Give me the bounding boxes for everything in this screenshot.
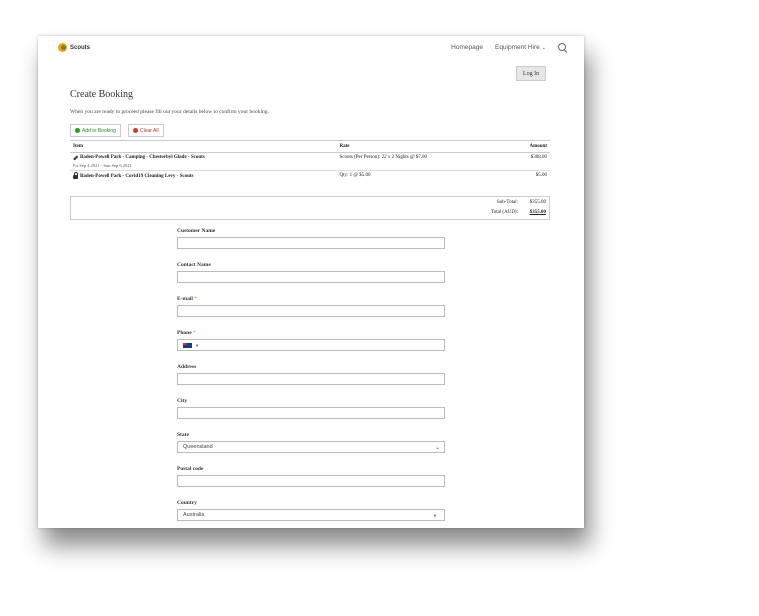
city-field-group: City — [177, 398, 445, 419]
phone-label-text: Phone — [177, 330, 192, 336]
phone-input[interactable]: ▼ — [177, 339, 445, 351]
table-cell-item: Baden-Powell Park - Covid19 Cleaning Lev… — [70, 170, 337, 181]
table-header-row: Item Rate Amount — [70, 140, 550, 153]
country-select[interactable]: Australia ▼ — [177, 509, 445, 521]
nav-equipment-hire-label: Equipment Hire — [494, 43, 540, 51]
lock-icon — [73, 172, 78, 179]
chevron-down-icon: ⌄ — [541, 44, 546, 51]
nav-homepage[interactable]: Homepage — [451, 44, 483, 51]
table-row: Baden-Powell Park - Covid19 Cleaning Lev… — [70, 170, 550, 181]
total-value: $355.00 — [529, 210, 546, 215]
page-title: Create Booking — [70, 89, 134, 100]
total-row: Total (AUD): $355.00 — [491, 210, 546, 215]
state-field-group: State Queensland ⌄ — [177, 432, 445, 453]
logo-text: Scouts — [70, 44, 91, 51]
table-cell-item: Baden-Powell Park - Camping - Chesterbyl… — [70, 153, 337, 171]
log-in-button[interactable]: Log In — [516, 66, 546, 81]
booking-totals: Sub-Total: $355.00 Total (AUD): $355.00 — [70, 196, 550, 220]
plus-circle-icon — [75, 128, 80, 133]
contact-name-label: Contact Name — [177, 262, 211, 268]
required-marker: * — [193, 330, 196, 336]
browser-page: Scouts Homepage Equipment Hire ⌄ Log In C… — [38, 36, 584, 528]
add-to-booking-label: Add to Booking — [82, 127, 116, 134]
address-field-group: Address — [177, 364, 445, 385]
state-label: State — [177, 432, 189, 438]
country-label: Country — [177, 500, 197, 506]
table-cell-rate: Scouts (Per Person): 22 x 2 Nights @ $7.… — [339, 155, 428, 160]
table-cell-amount: $5.00 — [526, 170, 550, 181]
address-label: Address — [177, 364, 197, 370]
required-marker: * — [194, 296, 198, 302]
customer-name-input[interactable] — [177, 237, 445, 249]
search-icon[interactable] — [558, 43, 566, 51]
country-field-group: Country Australia ▼ — [177, 500, 445, 521]
nav-equipment-hire[interactable]: Equipment Hire ⌄ — [495, 44, 546, 51]
pencil-icon[interactable] — [73, 155, 78, 160]
contact-name-input[interactable] — [177, 271, 445, 283]
clear-all-button[interactable]: Clear All — [128, 124, 164, 137]
email-field-group: E-mail * — [177, 296, 445, 317]
city-input[interactable] — [177, 407, 445, 419]
item-name: Baden-Powell Park - Covid19 Cleaning Lev… — [73, 172, 334, 179]
clear-all-label: Clear All — [140, 127, 159, 134]
item-label: Baden-Powell Park - Camping - Chesterbyl… — [80, 155, 205, 160]
australia-flag-icon[interactable] — [183, 342, 192, 348]
postal-code-label: Postal code — [177, 466, 204, 472]
table-cell-amount: $308.00 — [530, 155, 547, 160]
column-header-amount: Amount — [526, 140, 550, 153]
scouts-logo-icon — [58, 43, 67, 52]
item-dates: Fri Sep 4 2021 - Sun Sep 6 2021 — [73, 163, 132, 168]
column-header-item: Item — [70, 140, 337, 153]
add-to-booking-button[interactable]: Add to Booking — [70, 124, 121, 137]
phone-field-group: Phone * ▼ — [177, 330, 445, 351]
contact-name-field-group: Contact Name — [177, 262, 445, 283]
intro-text: When you are ready to proceed please fil… — [70, 109, 269, 115]
customer-name-label: Customer Name — [177, 228, 216, 234]
postal-code-field-group: Postal code — [177, 466, 445, 487]
email-input[interactable] — [177, 305, 445, 317]
state-selected-value: Queensland — [183, 444, 213, 450]
phone-label: Phone * — [177, 330, 445, 338]
total-label: Total (AUD): — [490, 210, 518, 215]
chevron-down-icon: ⌄ — [434, 445, 440, 451]
chevron-down-icon[interactable]: ▼ — [195, 343, 199, 348]
country-selected-value: Australia — [183, 512, 205, 518]
table-row: Baden-Powell Park - Camping - Chesterbyl… — [70, 153, 550, 171]
cancel-circle-icon — [133, 128, 138, 133]
chevron-down-icon: ▼ — [433, 513, 437, 518]
column-header-rate: Rate — [336, 140, 527, 153]
main-nav: Homepage Equipment Hire ⌄ — [451, 43, 566, 51]
postal-code-input[interactable] — [177, 475, 445, 487]
subtotal-value: $355.00 — [529, 200, 546, 205]
top-navigation-bar: Scouts Homepage Equipment Hire ⌄ — [38, 36, 584, 62]
email-label-text: E-mail — [177, 296, 193, 302]
customer-name-field-group: Customer Name — [177, 228, 445, 249]
city-label: City — [177, 398, 188, 404]
email-label: E-mail * — [177, 296, 445, 304]
subtotal-label: Sub-Total: — [496, 200, 518, 205]
address-input[interactable] — [177, 373, 445, 385]
subtotal-row: Sub-Total: $355.00 — [497, 200, 546, 205]
item-name: Baden-Powell Park - Camping - Chesterbyl… — [73, 155, 334, 160]
state-select[interactable]: Queensland ⌄ — [177, 441, 445, 453]
booking-table: Item Rate Amount Baden-Powell Park - Cam… — [70, 140, 550, 181]
table-cell-rate: Qty: 1 @ $5.00 — [336, 170, 527, 181]
item-label: Baden-Powell Park - Covid19 Cleaning Lev… — [80, 173, 194, 179]
site-logo[interactable]: Scouts — [58, 43, 90, 52]
